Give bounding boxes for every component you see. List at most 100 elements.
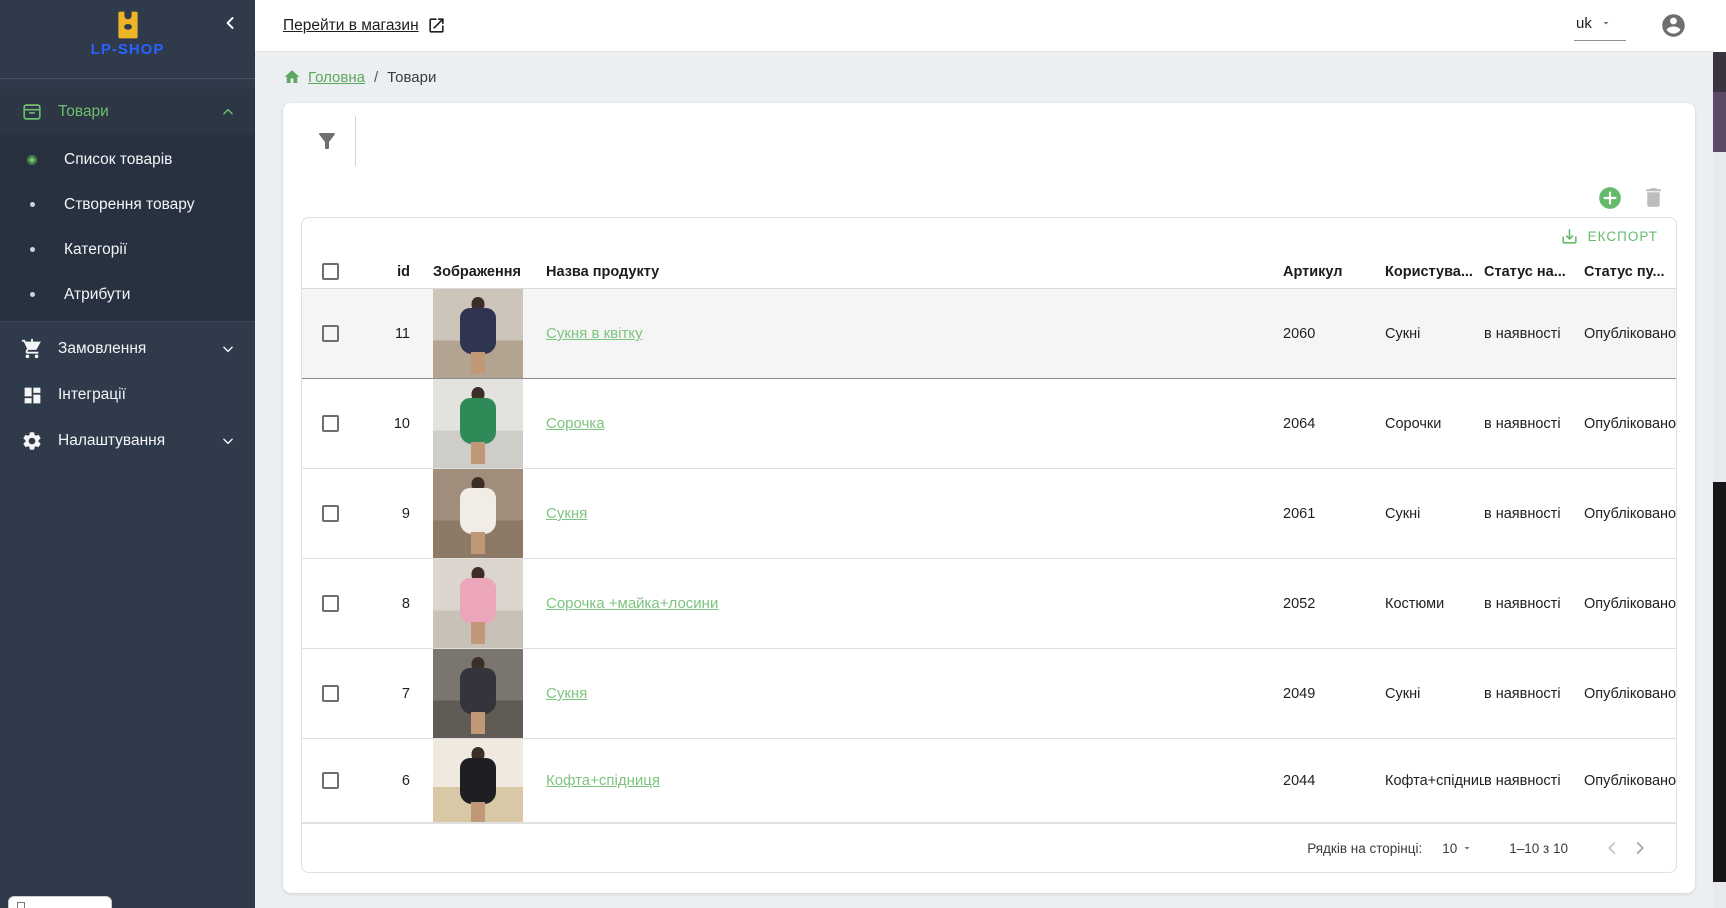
rows-per-page-value: 10 [1442, 841, 1457, 856]
row-category: Сукні [1385, 326, 1484, 342]
logo-text: LP-SHOP [0, 41, 255, 58]
row-publish: Опубліковано [1584, 326, 1676, 342]
export-button[interactable]: ЕКСПОРТ [1554, 223, 1664, 250]
breadcrumb: Головна / Товари [255, 52, 1713, 102]
filter-row [283, 103, 1695, 179]
pagination-range: 1–10 з 10 [1509, 841, 1568, 856]
sidebar-item-label: Список товарів [64, 151, 172, 169]
product-name-link[interactable]: Сукня в квітку [546, 325, 643, 342]
chevron-down-icon [221, 434, 235, 448]
go-to-store-link[interactable]: Перейти в магазин [283, 16, 446, 35]
row-checkbox[interactable] [322, 772, 339, 789]
browser-status-bubble [8, 896, 112, 908]
row-id: 6 [357, 773, 415, 789]
row-id: 8 [357, 596, 415, 612]
column-header-sku: Артикул [1283, 264, 1385, 280]
product-name-link[interactable]: Кофта+спідниця [546, 772, 660, 789]
sidebar-item-orders[interactable]: Замовлення [0, 326, 255, 372]
row-category: Сукні [1385, 506, 1484, 522]
open-in-new-icon [427, 16, 446, 35]
sidebar-item-product-list[interactable]: Список товарів [0, 137, 255, 182]
topbar: Перейти в магазин uk [255, 0, 1713, 52]
row-category: Костюми [1385, 596, 1484, 612]
breadcrumb-home-link[interactable]: Головна [283, 68, 365, 86]
column-header-publish: Статус пу... [1584, 264, 1676, 280]
row-checkbox[interactable] [322, 325, 339, 342]
row-publish: Опубліковано [1584, 773, 1676, 789]
row-id: 7 [357, 686, 415, 702]
sidebar-item-label: Інтеграції [58, 386, 235, 404]
product-name-link[interactable]: Сукня [546, 685, 587, 702]
row-stock: в наявності [1484, 596, 1584, 612]
row-checkbox[interactable] [322, 505, 339, 522]
sidebar-item-attributes[interactable]: Атрибути [0, 272, 255, 317]
row-publish: Опубліковано [1584, 686, 1676, 702]
row-sku: 2052 [1283, 596, 1385, 612]
sidebar-logo-area: LP-SHOP [0, 0, 255, 79]
next-page-button[interactable] [1626, 834, 1654, 862]
row-publish: Опубліковано [1584, 506, 1676, 522]
archive-box-icon [20, 101, 44, 123]
row-checkbox[interactable] [322, 685, 339, 702]
table-actions [283, 179, 1695, 217]
breadcrumb-separator: / [374, 69, 378, 86]
bullet-icon [24, 247, 40, 252]
gear-icon [20, 430, 44, 452]
row-sku: 2060 [1283, 326, 1385, 342]
products-card: ЕКСПОРТ id Зображення Назва продукту Арт… [283, 103, 1695, 893]
export-row: ЕКСПОРТ [302, 218, 1676, 255]
row-sku: 2044 [1283, 773, 1385, 789]
products-table: ЕКСПОРТ id Зображення Назва продукту Арт… [301, 217, 1677, 873]
table-row: 7 Сукня 2049 Сукні в наявності Опубліков… [302, 649, 1676, 739]
row-checkbox[interactable] [322, 415, 339, 432]
product-name-link[interactable]: Сорочка +майка+лосини [546, 595, 718, 612]
row-sku: 2061 [1283, 506, 1385, 522]
rows-per-page-label: Рядків на сторінці: [1307, 841, 1422, 856]
filter-button[interactable] [315, 129, 339, 153]
delete-selected-button[interactable] [1641, 185, 1667, 211]
add-product-button[interactable] [1597, 185, 1623, 211]
row-stock: в наявності [1484, 416, 1584, 432]
sidebar-item-label: Створення товару [64, 196, 194, 214]
product-thumbnail [433, 649, 523, 738]
sidebar-item-label: Категорії [64, 241, 127, 259]
chevron-right-icon [1629, 837, 1651, 859]
chevron-left-icon [221, 14, 239, 32]
sidebar-item-categories[interactable]: Категорії [0, 227, 255, 272]
sidebar-item-settings[interactable]: Налаштування [0, 418, 255, 464]
product-thumbnail [433, 469, 523, 558]
topbar-right: uk [1574, 11, 1687, 41]
previous-page-button[interactable] [1598, 834, 1626, 862]
row-checkbox[interactable] [322, 595, 339, 612]
caret-down-icon [1461, 842, 1473, 854]
breadcrumb-home-label: Головна [308, 69, 365, 86]
table-row: 6 Кофта+спідниця 2044 Кофта+спідниц в на… [302, 739, 1676, 823]
breadcrumb-current: Товари [387, 69, 436, 86]
select-all-checkbox[interactable] [322, 263, 339, 280]
sidebar-collapse-button[interactable] [217, 10, 243, 36]
sidebar-item-product-create[interactable]: Створення товару [0, 182, 255, 227]
row-category: Сорочки [1385, 416, 1484, 432]
sidebar-item-label: Атрибути [64, 286, 130, 304]
account-button[interactable] [1660, 12, 1687, 39]
product-thumbnail [433, 289, 523, 378]
filter-divider [355, 116, 356, 166]
column-header-image: Зображення [415, 255, 546, 288]
language-value: uk [1576, 15, 1592, 32]
sidebar-item-integrations[interactable]: Інтеграції [0, 372, 255, 418]
chevron-left-icon [1601, 837, 1623, 859]
column-header-category: Користува... [1385, 264, 1484, 280]
product-name-link[interactable]: Сукня [546, 505, 587, 522]
caret-down-icon [1600, 17, 1612, 29]
sidebar-item-products[interactable]: Товари [0, 89, 255, 135]
plus-circle-icon [1597, 185, 1623, 211]
table-row: 11 Сукня в квітку 2060 Сукні в наявності… [302, 289, 1676, 379]
row-id: 11 [357, 326, 415, 342]
rows-per-page-select[interactable]: 10 [1442, 841, 1473, 856]
shop-bag-logo-icon [110, 7, 146, 43]
language-select[interactable]: uk [1574, 11, 1626, 41]
dashboard-grid-icon [20, 385, 44, 406]
product-name-link[interactable]: Сорочка [546, 415, 605, 432]
sidebar-menu: Товари Список товарів Створення товару К… [0, 79, 255, 464]
row-sku: 2049 [1283, 686, 1385, 702]
